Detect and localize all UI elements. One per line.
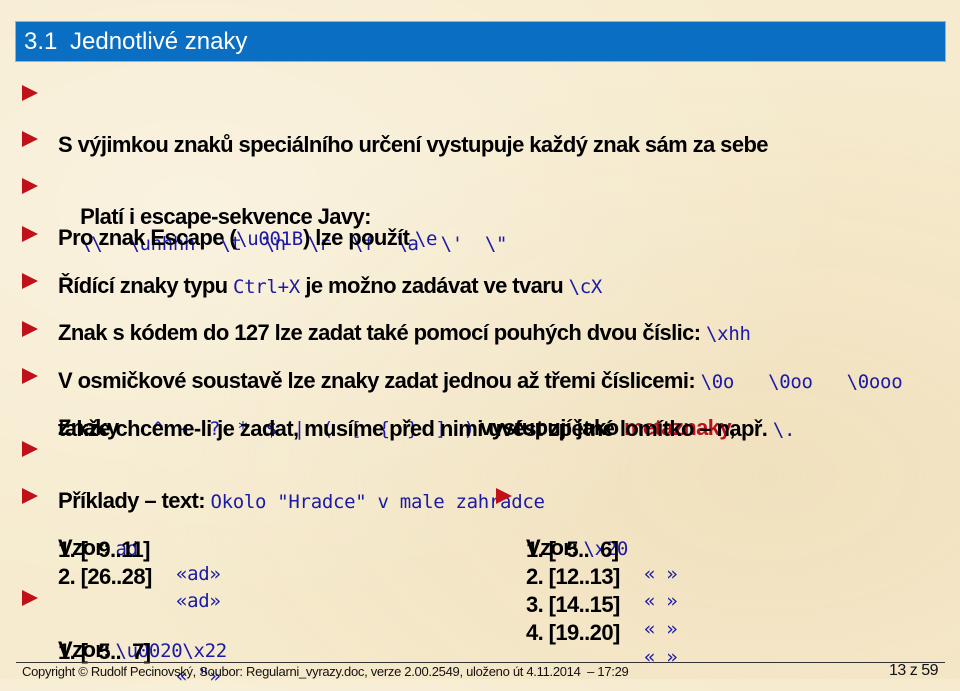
code-snippet: Ctrl+X	[233, 276, 300, 298]
bullet-arrow-icon	[22, 131, 38, 147]
match-row: 3. [14..15] « »	[472, 566, 678, 640]
bullet-text: je možno zadávat ve tvaru	[299, 273, 569, 298]
match-value: «ad»	[176, 590, 221, 612]
code-escape: \'	[440, 233, 464, 255]
bullet-item: Pro znak Escape (\u001B) lze použít \e	[0, 173, 438, 250]
bullet-arrow-icon	[22, 441, 38, 457]
match-range: 1. [ 5.. 6]	[526, 537, 619, 562]
bullet-arrow-icon	[22, 226, 38, 242]
match-range: 4. [19..20]	[526, 620, 620, 645]
match-row: 1. [ 9..11] «ad»	[0, 511, 221, 585]
code-snippet: \0oo	[768, 371, 813, 393]
match-value: « »	[644, 563, 678, 585]
bullet-text: S výjimkou znaků speciálního určení vyst…	[58, 132, 769, 157]
slide-title-bar: 3.1 Jednotlivé znaky	[16, 22, 945, 61]
match-row: 4. [19..20] « »	[472, 594, 678, 668]
bullet-arrow-icon	[22, 488, 38, 504]
match-value: « »	[644, 590, 678, 612]
code-snippet: \0ooo	[846, 371, 903, 393]
bullet-text: V osmičkové soustavě lze znaky zadat jed…	[58, 368, 701, 393]
bullet-arrow-icon	[496, 488, 512, 504]
match-row: 2. [26..28] «ad»	[0, 538, 221, 612]
bullet-text: Znak s kódem do 127 lze zadat také pomoc…	[58, 320, 707, 345]
section-number: 3.1	[24, 28, 58, 55]
bullet-arrow-icon	[22, 368, 38, 384]
code-snippet: \.	[772, 419, 796, 441]
match-value: «ad»	[176, 563, 221, 585]
example-item: Vzor: \u0020\x22	[0, 585, 227, 662]
example-text: Okolo "Hradce" v male zahradce	[210, 491, 545, 513]
bullet-text: takže chceme-li je zadat, musíme před ni…	[58, 416, 773, 441]
code-snippet: \0o	[700, 371, 735, 393]
bullet-text: Příklady – text:	[58, 488, 211, 513]
code-escape: \"	[484, 233, 508, 255]
footer-copyright: Copyright © Rudolf Pecinovský, Soubor: R…	[22, 664, 629, 679]
match-range: 2. [12..13]	[526, 564, 620, 589]
bullet-item: Znak s kódem do 127 lze zadat také pomoc…	[0, 268, 751, 345]
bullet-item: S výjimkou znaků speciálního určení vyst…	[0, 80, 769, 157]
bullet-arrow-icon	[22, 590, 38, 606]
code-snippet: \e	[414, 228, 438, 250]
match-range: 3. [14..15]	[526, 592, 620, 617]
match-row: 2. [12..13] « »	[472, 538, 678, 612]
match-row: 1. [ 5.. 6] « »	[472, 511, 678, 585]
footer-divider	[16, 662, 945, 663]
bullet-item: V osmičkové soustavě lze znaky zadat jed…	[0, 316, 903, 393]
bullet-item: Řídící znaky typu Ctrl+X je možno zadáva…	[0, 221, 602, 298]
match-range: 1. [ 9..11]	[58, 537, 150, 562]
example-item: Vzor: ad	[0, 483, 138, 560]
bullet-arrow-icon	[22, 273, 38, 289]
bullet-item: Platí i escape-sekvence Javy: \\ \uhhhh \t…	[0, 126, 507, 255]
code-snippet: \u001B	[236, 228, 303, 250]
bullet-text: Pro znak Escape (	[58, 225, 237, 250]
match-row: 1. [ 5.. 7] « "»	[0, 613, 221, 687]
bullet-arrow-icon	[22, 178, 38, 194]
match-value: « »	[644, 646, 678, 668]
bullet-text: Řídící znaky typu	[58, 273, 234, 298]
bullet-item: Znaky . ^ + ? * $ | ( [ { } ] ) vystupuj…	[0, 363, 735, 440]
match-value: « »	[644, 618, 678, 640]
bullet-arrow-icon	[22, 321, 38, 337]
bullet-continuation: takže chceme-li je zadat, musíme před ni…	[0, 390, 795, 441]
code-snippet: \cX	[568, 276, 603, 298]
page-number: 13 z 59	[889, 662, 938, 679]
slide-title: Jednotlivé znaky	[70, 28, 248, 55]
bullet-item: Příklady – text: Okolo "Hradce" v male z…	[0, 436, 545, 513]
bullet-text: ) lze použít	[302, 225, 415, 250]
bullet-arrow-icon	[22, 85, 38, 101]
code-snippet: \xhh	[706, 323, 751, 345]
match-range: 2. [26..28]	[58, 564, 152, 589]
example-item: Vzor: \x20	[472, 483, 628, 560]
